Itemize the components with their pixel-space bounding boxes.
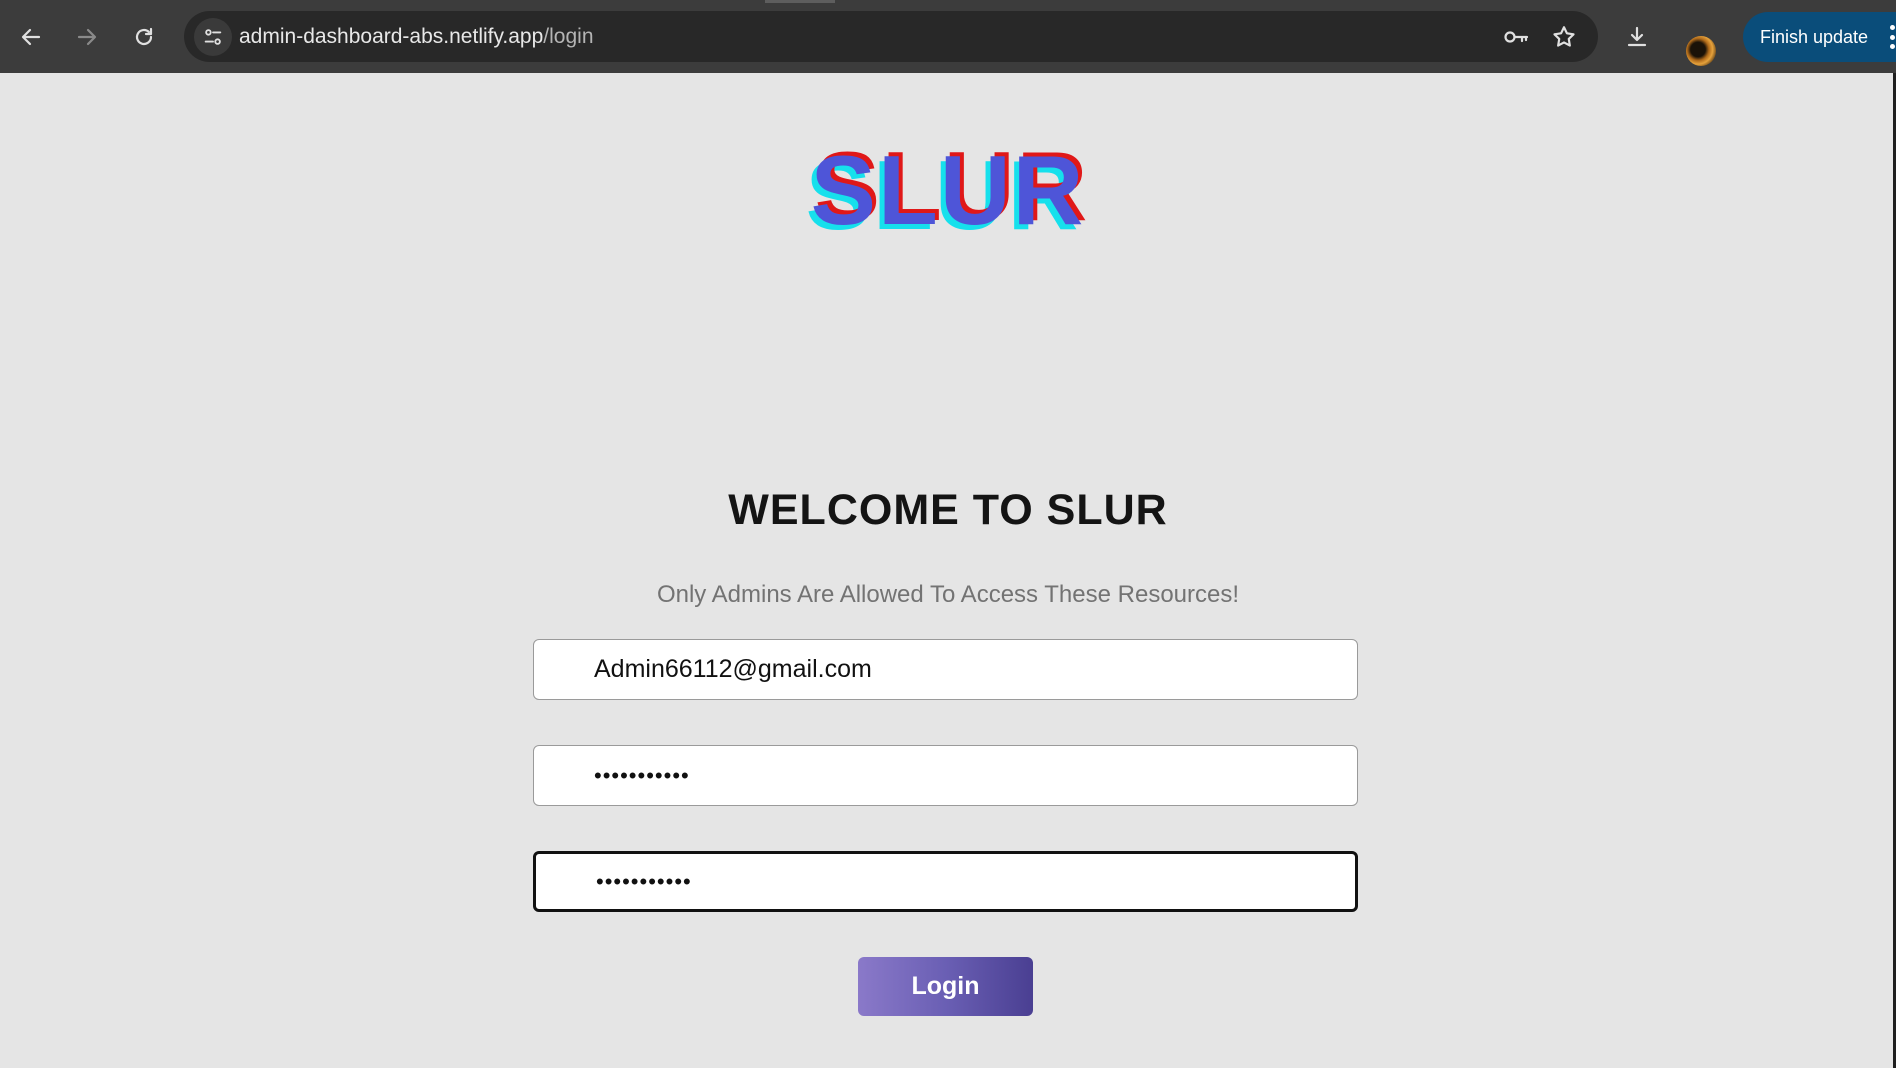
url-text[interactable]: admin-dashboard-abs.netlify.app/login: [239, 11, 594, 62]
email-field[interactable]: [533, 639, 1358, 700]
slur-logo: SLUR: [810, 135, 1086, 245]
arrow-left-icon: [21, 28, 41, 46]
url-host: admin-dashboard-abs.netlify.app: [239, 25, 544, 48]
bookmark-button[interactable]: [1549, 22, 1579, 52]
password-field[interactable]: [533, 745, 1358, 806]
forward-button[interactable]: [68, 18, 106, 56]
reload-button[interactable]: [125, 18, 163, 56]
star-icon: [1553, 26, 1575, 47]
key-icon: [1504, 31, 1529, 43]
back-button[interactable]: [12, 18, 50, 56]
confirm-password-field[interactable]: [533, 851, 1358, 912]
finish-update-label: Finish update: [1760, 26, 1869, 47]
reload-icon: [135, 27, 153, 46]
arrow-right-icon: [77, 28, 97, 46]
page-title: WELCOME TO SLUR: [728, 486, 1168, 534]
site-info-button[interactable]: [194, 18, 232, 56]
browser-toolbar: admin-dashboard-abs.netlify.app/login Fi…: [0, 0, 1896, 73]
kebab-menu-icon[interactable]: [1889, 25, 1895, 49]
password-manager-button[interactable]: [1501, 22, 1531, 52]
downloads-button[interactable]: [1618, 18, 1656, 56]
url-path: /login: [543, 25, 594, 48]
tune-icon: [204, 29, 222, 45]
profile-avatar[interactable]: [1686, 36, 1716, 66]
page-subtitle: Only Admins Are Allowed To Access These …: [656, 581, 1240, 608]
tab-strip-indicator: [765, 0, 835, 3]
login-button[interactable]: Login: [858, 957, 1033, 1016]
finish-update-button[interactable]: Finish update: [1743, 12, 1896, 62]
address-bar[interactable]: admin-dashboard-abs.netlify.app/login: [184, 11, 1598, 62]
login-page: SLUR WELCOME TO SLUR Only Admins Are All…: [0, 73, 1896, 1068]
download-icon: [1627, 26, 1647, 47]
